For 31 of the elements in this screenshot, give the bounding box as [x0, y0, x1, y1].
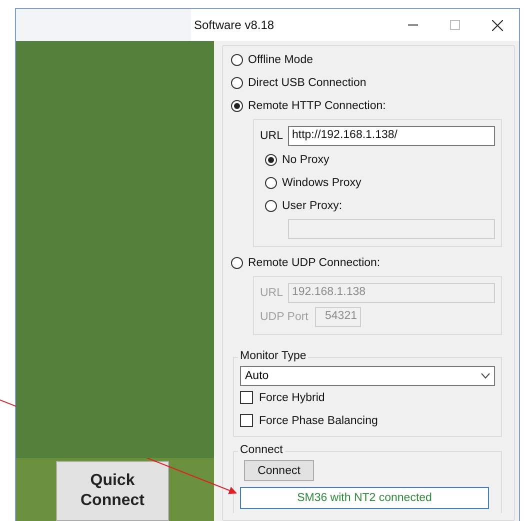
- group-title: Monitor Type: [238, 350, 308, 362]
- window-title: Software v8.18: [194, 18, 276, 32]
- radio-button[interactable]: [265, 176, 277, 188]
- radio-label: User Proxy:: [282, 200, 342, 212]
- radio-button[interactable]: [265, 200, 277, 212]
- checkbox-label: Force Hybrid: [259, 392, 325, 404]
- close-icon[interactable]: [492, 20, 503, 30]
- url-label: URL: [260, 130, 284, 142]
- url-field[interactable]: http://192.168.1.138/: [288, 126, 495, 146]
- quick-connect-button[interactable]: Quick Connect: [56, 461, 169, 521]
- radio-button[interactable]: [231, 100, 243, 112]
- radio-button[interactable]: [231, 54, 243, 66]
- radio-label: Remote HTTP Connection:: [248, 100, 386, 112]
- radio-label: No Proxy: [282, 154, 330, 166]
- checkbox[interactable]: [240, 414, 253, 427]
- radio-label: Remote UDP Connection:: [248, 256, 380, 268]
- connect-button[interactable]: Connect: [244, 460, 314, 481]
- checkbox[interactable]: [240, 391, 253, 404]
- port-label: UDP Port: [260, 311, 310, 323]
- chevron-down-icon: [481, 373, 490, 379]
- status-field: SM36 with NT2 connected: [240, 487, 489, 509]
- radio-button[interactable]: [231, 256, 243, 268]
- radio-button[interactable]: [265, 154, 277, 166]
- radio-label: Offline Mode: [248, 54, 313, 66]
- radio-button[interactable]: [231, 76, 243, 88]
- checkbox-label: Force Phase Balancing: [259, 414, 378, 426]
- url-label: URL: [260, 287, 284, 299]
- radio-label: Direct USB Connection: [248, 76, 366, 88]
- monitor-type-dropdown[interactable]: Auto: [240, 366, 495, 386]
- radio-label: Windows Proxy: [282, 176, 362, 188]
- group-title: Connect: [238, 444, 285, 456]
